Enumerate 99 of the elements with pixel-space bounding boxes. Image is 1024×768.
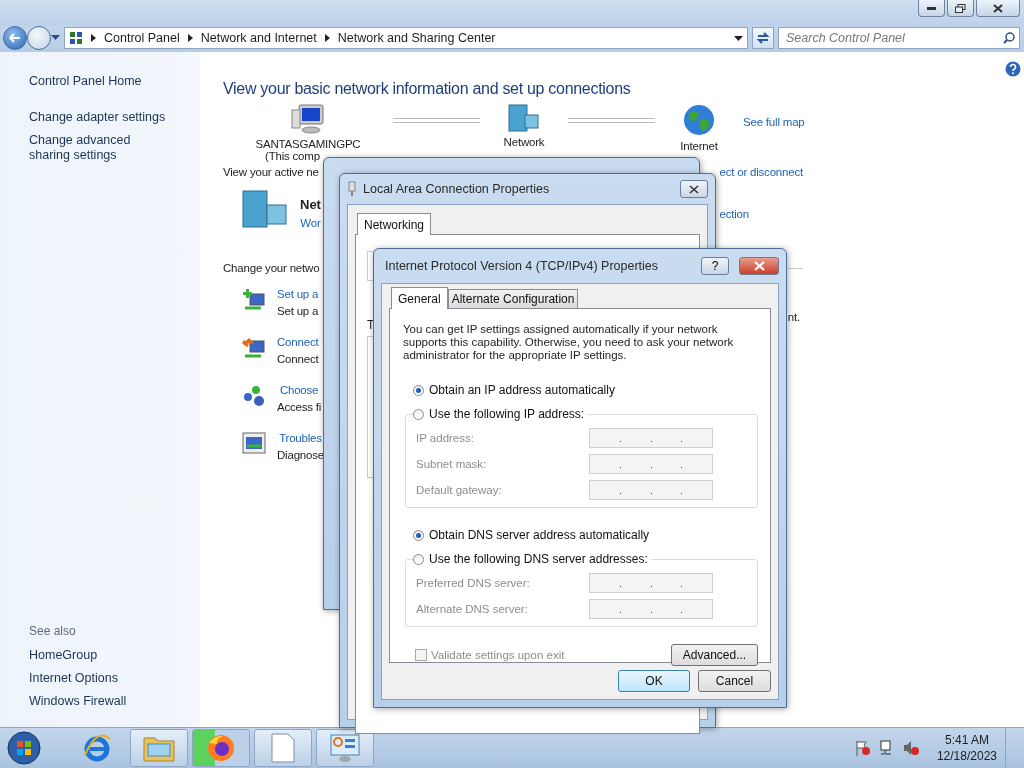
- back-arrow-icon: [9, 33, 21, 43]
- section-label: View your active ne: [223, 166, 319, 178]
- field-label: Alternate DNS server:: [416, 603, 528, 615]
- breadcrumb-item[interactable]: Network and Internet: [200, 31, 317, 45]
- ip-address-field[interactable]: [589, 599, 713, 619]
- back-button[interactable]: [3, 26, 27, 50]
- restore-button[interactable]: [947, 0, 974, 17]
- dropdown-caret-icon[interactable]: [734, 35, 743, 41]
- task-description: Diagnose: [277, 449, 324, 461]
- taskbar-button[interactable]: [192, 729, 250, 767]
- close-icon: [689, 184, 699, 194]
- help-icon[interactable]: [1005, 61, 1021, 77]
- close-button[interactable]: [680, 180, 708, 198]
- control-panel-icon[interactable]: [329, 733, 361, 763]
- ip-address-field[interactable]: [589, 573, 713, 593]
- clock-date: 12/18/2023: [936, 748, 997, 764]
- help-button[interactable]: ?: [701, 257, 729, 275]
- globe-icon: [683, 104, 715, 136]
- computer-icon: [291, 104, 325, 134]
- description-text: You can get IP settings assigned automatically if your network supports this capability. Otherwise, you need to ask your network administrator for the appropriate IP settings.: [403, 323, 735, 362]
- radio-button[interactable]: Obtain an IP address automatically: [413, 383, 758, 397]
- tab[interactable]: Networking: [357, 213, 432, 235]
- sidebar-link[interactable]: Control Panel Home: [29, 74, 174, 89]
- search-field[interactable]: Search Control Panel: [778, 27, 1020, 49]
- close-button[interactable]: [739, 257, 779, 275]
- sidebar-link[interactable]: Internet Options: [29, 671, 200, 686]
- ip-address-field[interactable]: [589, 454, 713, 474]
- see-full-map-link[interactable]: See full map: [743, 116, 805, 128]
- browser-e-icon[interactable]: [82, 733, 112, 763]
- breadcrumb-arrow-icon[interactable]: [324, 34, 330, 42]
- clock-time: 5:41 AM: [944, 732, 989, 748]
- task-description: Access fi: [277, 401, 322, 413]
- start-orb-icon: [7, 731, 41, 765]
- section-heading: See also: [29, 624, 77, 638]
- minimize-icon: [927, 6, 936, 10]
- radio-button[interactable]: Obtain DNS server address automatically: [413, 528, 650, 542]
- history-caret-icon[interactable]: [51, 35, 60, 41]
- task-description: Connect: [277, 353, 319, 365]
- task-description: nt.: [787, 311, 800, 323]
- start-button[interactable]: [4, 730, 44, 766]
- map-node-label: Network: [503, 136, 545, 148]
- task-link[interactable]: Connect: [277, 336, 319, 348]
- connect-link[interactable]: ect or disconnect: [719, 166, 803, 178]
- connection-link[interactable]: ection: [719, 208, 749, 220]
- field-label: Default gateway:: [416, 484, 502, 496]
- window-title: Internet Protocol Version 4 (TCP/IPv4) Properties: [385, 259, 659, 273]
- map-node-label: SANTASGAMINGPC: [255, 138, 361, 150]
- network-server-icon: [507, 104, 541, 132]
- close-button[interactable]: [976, 0, 1020, 17]
- control-panel-icon: [69, 31, 83, 45]
- network-server-icon: [240, 190, 290, 228]
- forward-button[interactable]: [27, 26, 51, 50]
- task-link[interactable]: Troubles: [277, 432, 324, 444]
- field-label: Preferred DNS server:: [416, 577, 530, 589]
- troubleshoot-icon: [242, 432, 266, 454]
- homegroup-icon: [242, 384, 266, 408]
- sidebar-link[interactable]: Windows Firewall: [29, 694, 200, 709]
- minimize-button[interactable]: [918, 0, 945, 17]
- breadcrumb-arrow-icon[interactable]: [187, 34, 193, 42]
- map-node-label: Internet: [680, 140, 718, 152]
- tab[interactable]: Alternate Configuration: [447, 289, 579, 308]
- close-icon: [993, 3, 1003, 13]
- close-icon: [753, 261, 765, 271]
- volume-muted-icon[interactable]: [902, 740, 919, 756]
- sidebar-link[interactable]: Change advanced sharing settings: [29, 133, 174, 163]
- flag-error-icon[interactable]: [854, 740, 871, 756]
- refresh-button[interactable]: [752, 27, 774, 49]
- ok-button[interactable]: OK: [618, 670, 690, 692]
- breadcrumb-item[interactable]: Control Panel: [104, 31, 180, 45]
- ip-address-field[interactable]: [589, 480, 713, 500]
- task-description: Set up a: [277, 305, 319, 317]
- network-name: Net: [300, 197, 321, 212]
- cancel-button[interactable]: Cancel: [698, 670, 771, 692]
- section-label: Change your netwo: [223, 262, 320, 274]
- network-adapter-icon: [347, 181, 357, 197]
- connect-icon: [242, 336, 266, 360]
- field-label: Subnet mask:: [416, 458, 487, 470]
- sidebar-link[interactable]: Change adapter settings: [29, 110, 174, 125]
- address-bar[interactable]: Control Panel Network and Internet Network and Sharing Center: [64, 27, 748, 49]
- window-title: Local Area Connection Properties: [363, 182, 550, 196]
- restore-icon: [955, 3, 966, 13]
- page-title: View your basic network information and set up connections: [223, 80, 632, 98]
- ip-address-field[interactable]: [589, 428, 713, 448]
- field-label: IP address:: [416, 432, 474, 444]
- tab[interactable]: General: [391, 287, 448, 309]
- network-type-link[interactable]: Wor: [300, 217, 321, 229]
- advanced-button[interactable]: Advanced...: [671, 644, 758, 666]
- firefox-icon[interactable]: [206, 733, 236, 763]
- task-link[interactable]: Set up a: [277, 288, 319, 300]
- taskbar-button[interactable]: [254, 729, 312, 767]
- map-node-sublabel: (This comp: [265, 150, 320, 162]
- taskbar-button[interactable]: [316, 729, 374, 767]
- refresh-icon: [756, 32, 770, 44]
- sidebar-link[interactable]: HomeGroup: [29, 648, 200, 663]
- task-link[interactable]: Choose: [277, 384, 322, 396]
- breadcrumb-arrow-icon[interactable]: [91, 34, 96, 42]
- add-connection-icon: [242, 288, 266, 312]
- breadcrumb-item[interactable]: Network and Sharing Center: [337, 31, 496, 45]
- search-icon: [1003, 32, 1015, 44]
